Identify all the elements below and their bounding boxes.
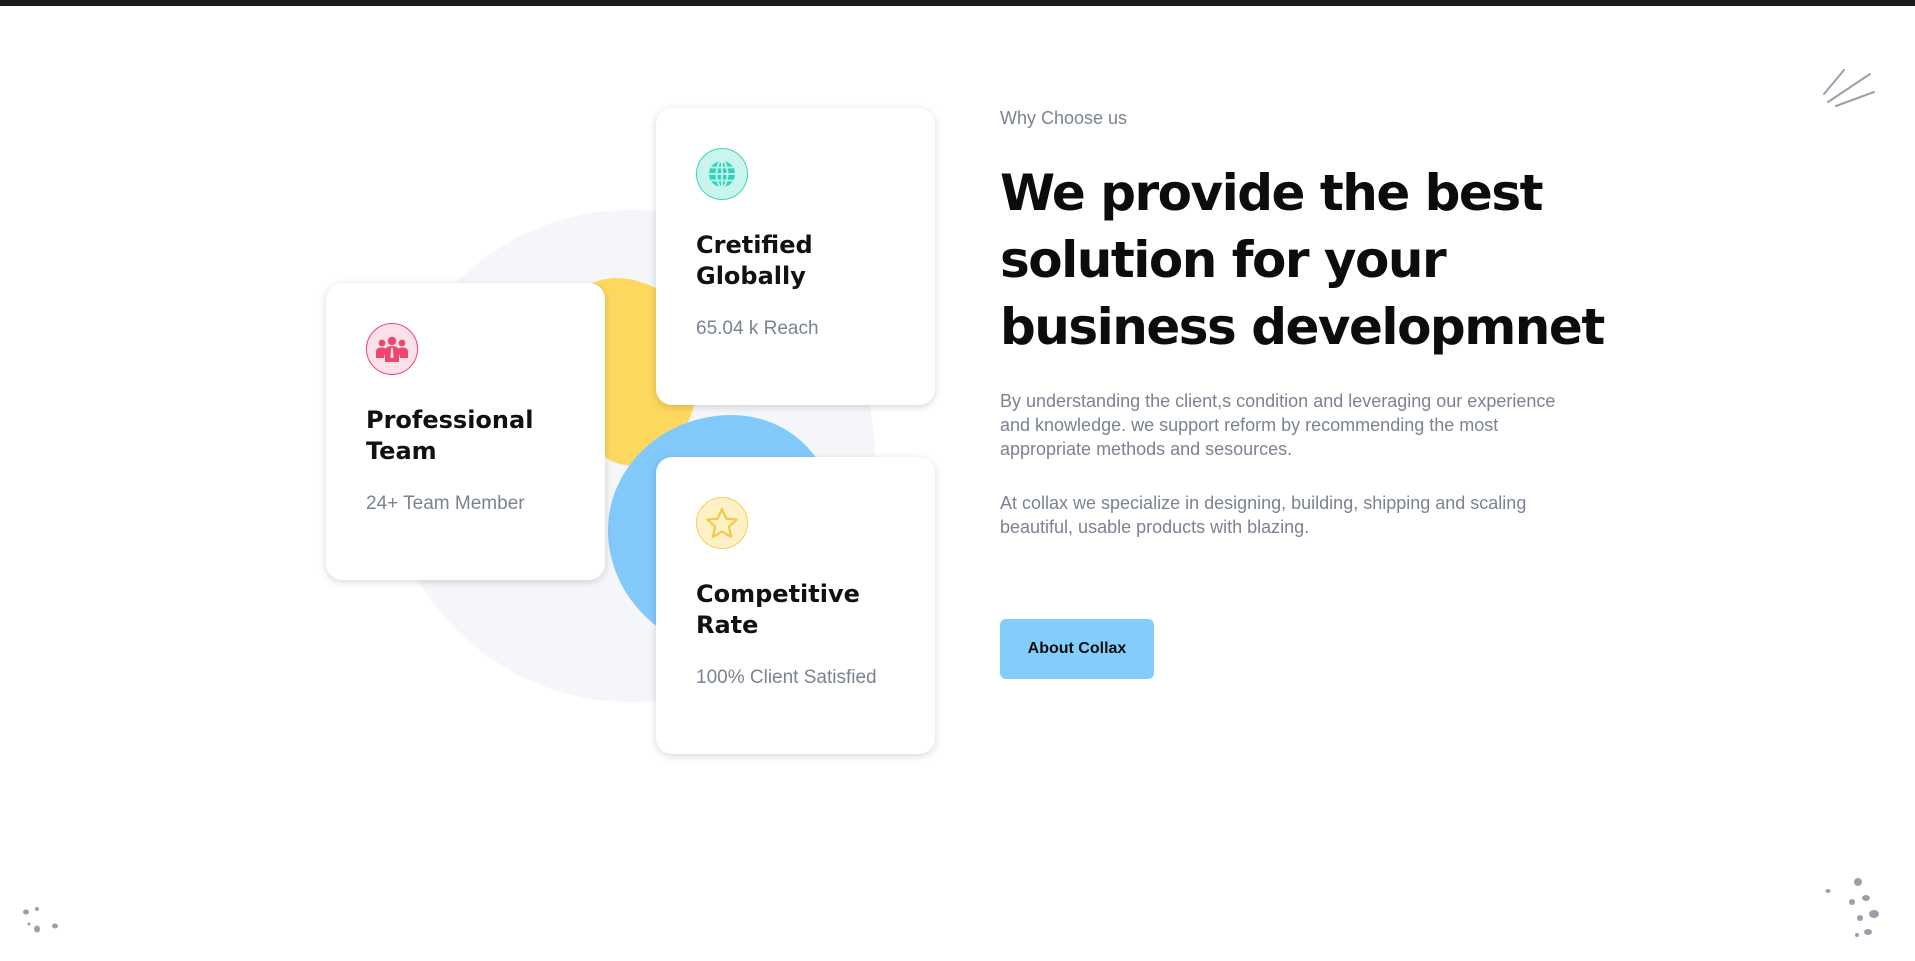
dots-scatter-icon — [23, 907, 58, 933]
scribble-lines-icon — [1823, 69, 1875, 107]
card-subtitle: 65.04 k Reach — [696, 318, 819, 339]
card-title: Professional Team — [366, 406, 534, 465]
section-eyebrow: Why Choose us — [1000, 108, 1128, 128]
feature-card-certified-globally: Cretified Globally 65.04 k Reach — [656, 108, 935, 405]
feature-card-competitive-rate: Competitive Rate 100% Client Satisfied — [656, 457, 935, 754]
dots-scatter-icon — [1825, 878, 1879, 937]
globe-icon — [696, 148, 748, 200]
card-title: Cretified Globally — [696, 231, 813, 290]
section-headline: We provide the best solution for your bu… — [1000, 164, 1605, 356]
card-title: Competitive Rate — [696, 580, 860, 639]
why-choose-us-section: Professional Team 24+ Team Member Cretif… — [0, 0, 1915, 961]
section-paragraph: At collax we specialize in designing, bu… — [1000, 493, 1527, 537]
card-subtitle: 24+ Team Member — [366, 493, 525, 514]
feature-card-professional-team: Professional Team 24+ Team Member — [326, 283, 605, 580]
section-paragraph: By understanding the client,s condition … — [1000, 391, 1556, 459]
about-collax-button[interactable]: About Collax — [1000, 619, 1154, 679]
card-subtitle: 100% Client Satisfied — [696, 667, 877, 688]
star-icon — [696, 497, 748, 549]
team-icon — [366, 323, 418, 375]
